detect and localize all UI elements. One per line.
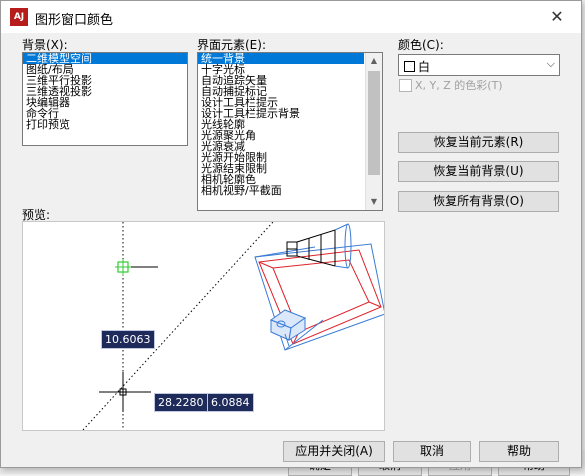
elements-list-label: 界面元素(E): (197, 38, 266, 52)
dialog-title: 图形窗口颜色 (35, 13, 114, 28)
elements-scrollbar[interactable]: ▲ ▼ (365, 53, 382, 210)
apply-and-close-button[interactable]: 应用并关闭(A) (283, 441, 385, 462)
close-icon[interactable]: ✕ (547, 7, 567, 27)
xyz-tint-label: X, Y, Z 的色彩(T) (415, 79, 503, 92)
dimension-tooltip-3: 6.0884 (207, 393, 254, 412)
scroll-thumb[interactable] (368, 71, 380, 175)
color-value: 白 (418, 60, 431, 74)
color-value-group: 白 (404, 58, 430, 75)
restore-all-contexts-button[interactable]: 恢复所有背景(O) (398, 191, 559, 212)
spotlight-beam-2 (334, 265, 349, 269)
graphics-window-colors-dialog: AJ 图形窗口颜色 ✕ 背景(X): 二维模型空间 图纸/布局 三维平行投影 三维透视… (0, 0, 582, 468)
title-bar: AJ 图形窗口颜色 ✕ (1, 1, 581, 33)
context-list-item[interactable]: 打印预览 (23, 119, 187, 130)
color-dropdown[interactable]: 白 ⌵ (398, 54, 560, 76)
spotlight-cone (296, 229, 336, 267)
restore-current-context-button[interactable]: 恢复当前背景(U) (398, 161, 559, 182)
color-swatch (404, 61, 415, 72)
dimension-tooltip-2: 28.2280 (154, 393, 208, 412)
context-list-label: 背景(X): (22, 38, 68, 52)
autocad-app-icon: AJ (10, 8, 28, 26)
xyz-tint-checkbox[interactable] (399, 79, 412, 92)
color-label: 颜色(C): (398, 38, 444, 52)
element-items: 统一背景 十字光标 自动追踪矢量 自动捕捉标记 设计工具栏提示 设计工具栏提示背景 光线轮廓… (198, 53, 364, 196)
chevron-down-icon: ⌵ (546, 57, 555, 70)
restore-current-element-button[interactable]: 恢复当前元素(R) (398, 132, 559, 153)
context-items: 二维模型空间 图纸/布局 三维平行投影 三维透视投影 块编辑器 命令行 打印预览 (23, 53, 187, 130)
help-button[interactable]: 帮助 (479, 441, 559, 462)
scroll-up-icon[interactable]: ▲ (366, 53, 382, 69)
dimension-tooltip-1: 10.6063 (101, 330, 155, 349)
preview-canvas: 10.6063 28.2280 6.0884 (22, 221, 385, 431)
scroll-down-icon[interactable]: ▼ (366, 194, 382, 210)
elements-listbox[interactable]: 统一背景 十字光标 自动追踪矢量 自动捕捉标记 设计工具栏提示 设计工具栏提示背景 光线轮廓… (197, 52, 383, 211)
camera-edge-2 (254, 246, 316, 258)
cancel-button[interactable]: 取消 (393, 441, 471, 462)
context-listbox[interactable]: 二维模型空间 图纸/布局 三维平行投影 三维透视投影 块编辑器 命令行 打印预览 (22, 52, 188, 146)
elements-list-item[interactable]: 相机视野/平截面 (198, 185, 364, 196)
